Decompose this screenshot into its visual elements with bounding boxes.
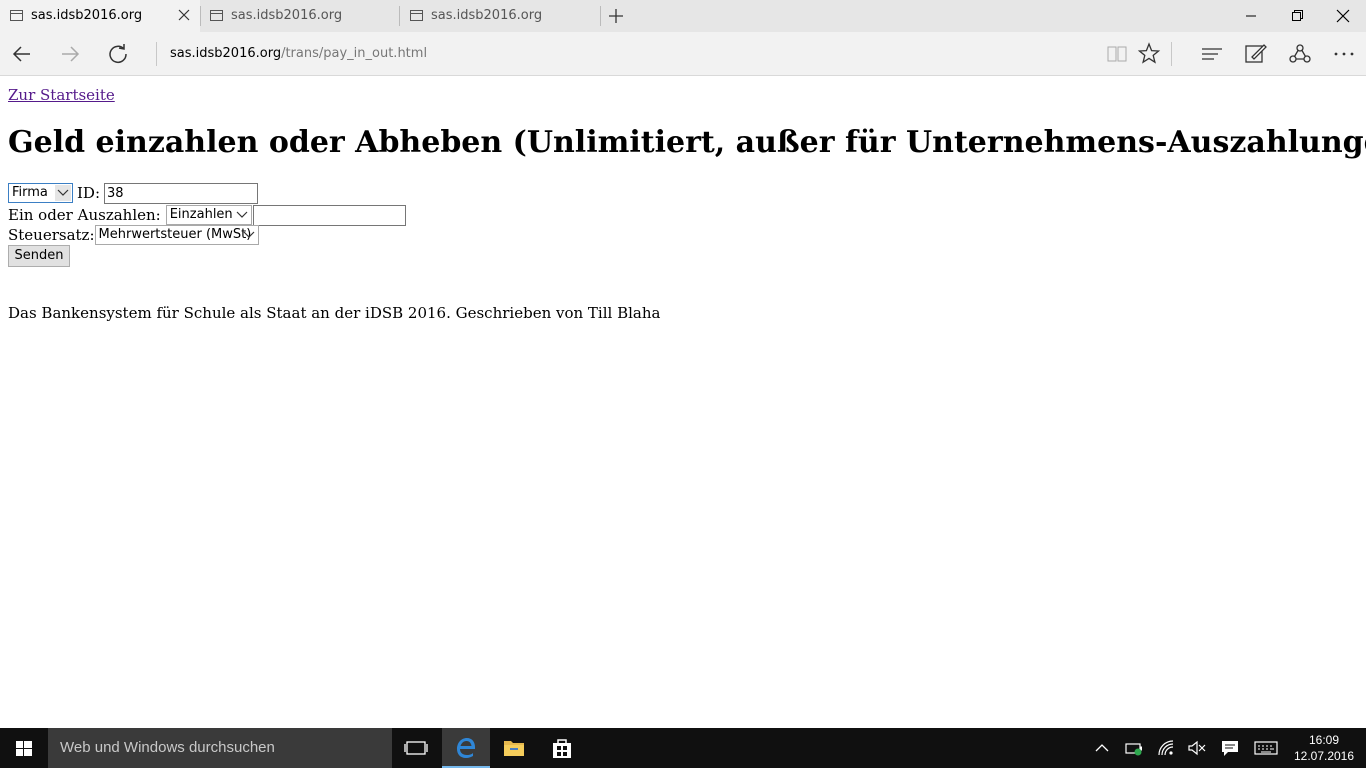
chevron-down-icon: [55, 185, 71, 201]
page-content: Zur Startseite Geld einzahlen oder Abheb…: [0, 77, 1366, 728]
wifi-icon[interactable]: [1156, 738, 1176, 758]
windows-taskbar: Web und Windows durchsuchen 16:09 12.07.…: [0, 728, 1366, 768]
address-divider: [156, 42, 157, 66]
tab-title: sas.idsb2016.org: [231, 8, 343, 23]
home-link[interactable]: Zur Startseite: [8, 86, 115, 104]
browser-tab-bar: sas.idsb2016.org sas.idsb2016.org sas.id…: [0, 0, 1366, 32]
restore-button[interactable]: [1274, 0, 1320, 32]
clock-time: 16:09: [1308, 733, 1340, 747]
edge-browser-icon[interactable]: [442, 728, 490, 768]
hub-icon[interactable]: [1198, 40, 1226, 68]
windows-start-icon[interactable]: [0, 728, 48, 768]
close-window-button[interactable]: [1320, 0, 1366, 32]
action-center-icon[interactable]: [1220, 738, 1240, 758]
chevron-down-icon: [241, 227, 257, 243]
toolbar-divider: [1171, 42, 1172, 66]
search-placeholder: Web und Windows durchsuchen: [60, 739, 275, 756]
footer-text: Das Bankensystem für Schule als Staat an…: [8, 304, 661, 322]
id-input[interactable]: 38: [104, 182, 259, 204]
favorite-star-icon[interactable]: [1135, 40, 1163, 68]
page-icon: [10, 10, 23, 21]
account-row: Firma ID: 38: [8, 182, 259, 204]
account-type-value: Firma: [12, 185, 48, 200]
new-tab-icon[interactable]: [606, 6, 626, 26]
tax-label: Steuersatz:: [8, 226, 95, 244]
share-icon[interactable]: [1286, 40, 1314, 68]
tab-divider: [600, 6, 601, 26]
file-explorer-icon[interactable]: [490, 728, 538, 768]
forward-icon[interactable]: [56, 40, 84, 68]
more-icon[interactable]: [1330, 40, 1358, 68]
page-icon: [210, 10, 223, 21]
tab-title: sas.idsb2016.org: [31, 8, 143, 23]
browser-tab-3[interactable]: sas.idsb2016.org: [400, 0, 600, 32]
minimize-button[interactable]: [1228, 0, 1274, 32]
amount-input[interactable]: [252, 204, 406, 226]
submit-button[interactable]: Senden: [8, 245, 70, 267]
inout-select[interactable]: Einzahlen: [165, 205, 252, 225]
tax-select[interactable]: Mehrwertsteuer (MwSt): [94, 225, 259, 245]
task-view-icon[interactable]: [392, 728, 440, 768]
store-icon[interactable]: [538, 728, 586, 768]
browser-toolbar: sas.idsb2016.org/trans/pay_in_out.html: [0, 32, 1366, 76]
tax-value: Mehrwertsteuer (MwSt): [98, 227, 252, 242]
taskbar-search-box[interactable]: Web und Windows durchsuchen: [48, 728, 392, 768]
address-host: sas.idsb2016.org: [170, 46, 282, 61]
browser-tab-1[interactable]: sas.idsb2016.org: [0, 0, 200, 32]
taskbar-clock[interactable]: 16:09 12.07.2016: [1290, 732, 1358, 764]
keyboard-icon[interactable]: [1254, 738, 1278, 758]
refresh-icon[interactable]: [104, 40, 132, 68]
chevron-up-icon[interactable]: [1092, 738, 1112, 758]
chevron-down-icon: [234, 207, 250, 223]
page-icon: [410, 10, 423, 21]
page-title: Geld einzahlen oder Abheben (Unlimitiert…: [8, 125, 1366, 160]
inout-value: Einzahlen: [169, 207, 233, 222]
inout-row: Ein oder Auszahlen: Einzahlen: [8, 204, 406, 226]
close-tab-icon[interactable]: [175, 6, 193, 24]
tax-row: Steuersatz: Mehrwertsteuer (MwSt): [8, 224, 259, 246]
inout-label: Ein oder Auszahlen:: [8, 206, 161, 224]
address-bar[interactable]: sas.idsb2016.org/trans/pay_in_out.html: [170, 46, 427, 61]
address-path: /trans/pay_in_out.html: [281, 46, 428, 61]
battery-icon[interactable]: [1124, 738, 1144, 758]
id-label: ID:: [77, 184, 101, 202]
web-note-icon[interactable]: [1242, 40, 1270, 68]
account-type-select[interactable]: Firma: [8, 183, 73, 203]
volume-muted-icon[interactable]: [1187, 738, 1207, 758]
clock-date: 12.07.2016: [1293, 749, 1355, 763]
reading-view-icon[interactable]: [1103, 40, 1131, 68]
browser-tab-2[interactable]: sas.idsb2016.org: [200, 0, 400, 32]
back-icon[interactable]: [8, 40, 36, 68]
tab-title: sas.idsb2016.org: [431, 8, 543, 23]
